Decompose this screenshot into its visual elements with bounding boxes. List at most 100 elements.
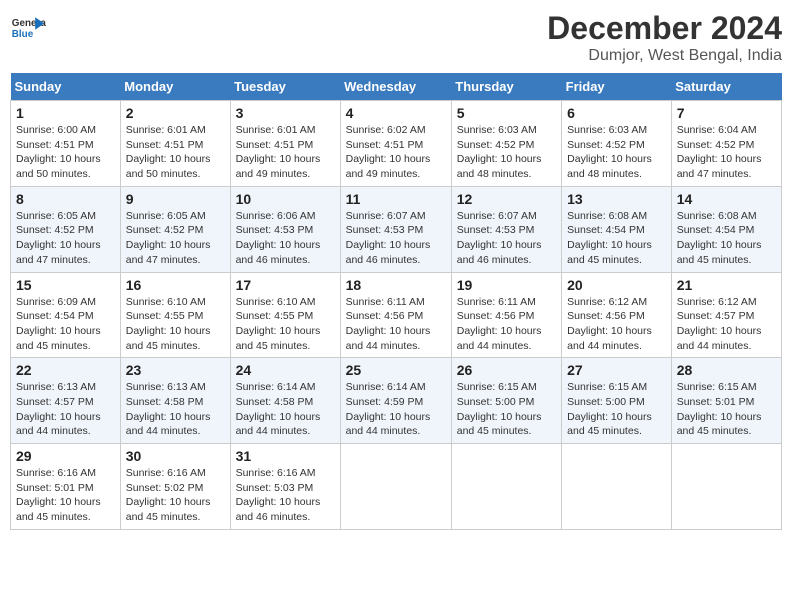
day-info: Sunrise: 6:02 AMSunset: 4:51 PMDaylight:… <box>346 124 431 180</box>
day-info: Sunrise: 6:01 AMSunset: 4:51 PMDaylight:… <box>236 124 321 180</box>
day-number: 12 <box>457 191 556 207</box>
day-info: Sunrise: 6:08 AMSunset: 4:54 PMDaylight:… <box>677 210 762 266</box>
day-info: Sunrise: 6:11 AMSunset: 4:56 PMDaylight:… <box>346 296 431 352</box>
day-number: 7 <box>677 105 776 121</box>
day-number: 14 <box>677 191 776 207</box>
page-subtitle: Dumjor, West Bengal, India <box>547 47 782 65</box>
day-number: 17 <box>236 277 335 293</box>
calendar-cell <box>671 444 781 530</box>
logo: General Blue <box>10 10 46 46</box>
day-info: Sunrise: 6:15 AMSunset: 5:00 PMDaylight:… <box>457 381 542 437</box>
calendar-cell: 8 Sunrise: 6:05 AMSunset: 4:52 PMDayligh… <box>11 186 121 272</box>
day-number: 23 <box>126 362 225 378</box>
calendar-week-row: 8 Sunrise: 6:05 AMSunset: 4:52 PMDayligh… <box>11 186 782 272</box>
day-info: Sunrise: 6:14 AMSunset: 4:59 PMDaylight:… <box>346 381 431 437</box>
svg-text:Blue: Blue <box>12 29 34 40</box>
calendar-cell: 3 Sunrise: 6:01 AMSunset: 4:51 PMDayligh… <box>230 101 340 187</box>
calendar-cell: 10 Sunrise: 6:06 AMSunset: 4:53 PMDaylig… <box>230 186 340 272</box>
day-number: 26 <box>457 362 556 378</box>
calendar-cell: 30 Sunrise: 6:16 AMSunset: 5:02 PMDaylig… <box>120 444 230 530</box>
calendar-cell: 26 Sunrise: 6:15 AMSunset: 5:00 PMDaylig… <box>451 358 561 444</box>
calendar-cell: 20 Sunrise: 6:12 AMSunset: 4:56 PMDaylig… <box>562 272 672 358</box>
page-header: General Blue December 2024 Dumjor, West … <box>10 10 782 65</box>
calendar-cell: 24 Sunrise: 6:14 AMSunset: 4:58 PMDaylig… <box>230 358 340 444</box>
day-info: Sunrise: 6:10 AMSunset: 4:55 PMDaylight:… <box>126 296 211 352</box>
day-number: 20 <box>567 277 666 293</box>
calendar-cell: 21 Sunrise: 6:12 AMSunset: 4:57 PMDaylig… <box>671 272 781 358</box>
day-number: 25 <box>346 362 446 378</box>
calendar-cell: 18 Sunrise: 6:11 AMSunset: 4:56 PMDaylig… <box>340 272 451 358</box>
day-number: 27 <box>567 362 666 378</box>
header-wednesday: Wednesday <box>340 73 451 101</box>
calendar-cell: 1 Sunrise: 6:00 AMSunset: 4:51 PMDayligh… <box>11 101 121 187</box>
calendar-week-row: 22 Sunrise: 6:13 AMSunset: 4:57 PMDaylig… <box>11 358 782 444</box>
day-number: 3 <box>236 105 335 121</box>
day-info: Sunrise: 6:01 AMSunset: 4:51 PMDaylight:… <box>126 124 211 180</box>
calendar-cell: 25 Sunrise: 6:14 AMSunset: 4:59 PMDaylig… <box>340 358 451 444</box>
calendar-week-row: 15 Sunrise: 6:09 AMSunset: 4:54 PMDaylig… <box>11 272 782 358</box>
day-number: 5 <box>457 105 556 121</box>
day-info: Sunrise: 6:13 AMSunset: 4:58 PMDaylight:… <box>126 381 211 437</box>
calendar-header-row: SundayMondayTuesdayWednesdayThursdayFrid… <box>11 73 782 101</box>
calendar-cell: 4 Sunrise: 6:02 AMSunset: 4:51 PMDayligh… <box>340 101 451 187</box>
calendar-cell: 19 Sunrise: 6:11 AMSunset: 4:56 PMDaylig… <box>451 272 561 358</box>
page-title: December 2024 <box>547 10 782 47</box>
calendar-cell: 31 Sunrise: 6:16 AMSunset: 5:03 PMDaylig… <box>230 444 340 530</box>
day-number: 24 <box>236 362 335 378</box>
day-number: 30 <box>126 448 225 464</box>
day-info: Sunrise: 6:09 AMSunset: 4:54 PMDaylight:… <box>16 296 101 352</box>
day-number: 29 <box>16 448 115 464</box>
header-tuesday: Tuesday <box>230 73 340 101</box>
calendar-cell: 14 Sunrise: 6:08 AMSunset: 4:54 PMDaylig… <box>671 186 781 272</box>
day-info: Sunrise: 6:16 AMSunset: 5:02 PMDaylight:… <box>126 467 211 523</box>
calendar-cell: 15 Sunrise: 6:09 AMSunset: 4:54 PMDaylig… <box>11 272 121 358</box>
day-number: 18 <box>346 277 446 293</box>
day-number: 19 <box>457 277 556 293</box>
calendar-cell: 6 Sunrise: 6:03 AMSunset: 4:52 PMDayligh… <box>562 101 672 187</box>
calendar-table: SundayMondayTuesdayWednesdayThursdayFrid… <box>10 73 782 530</box>
day-info: Sunrise: 6:16 AMSunset: 5:03 PMDaylight:… <box>236 467 321 523</box>
header-sunday: Sunday <box>11 73 121 101</box>
day-info: Sunrise: 6:07 AMSunset: 4:53 PMDaylight:… <box>457 210 542 266</box>
calendar-cell <box>340 444 451 530</box>
calendar-cell: 27 Sunrise: 6:15 AMSunset: 5:00 PMDaylig… <box>562 358 672 444</box>
day-info: Sunrise: 6:10 AMSunset: 4:55 PMDaylight:… <box>236 296 321 352</box>
day-info: Sunrise: 6:14 AMSunset: 4:58 PMDaylight:… <box>236 381 321 437</box>
day-number: 1 <box>16 105 115 121</box>
calendar-cell: 22 Sunrise: 6:13 AMSunset: 4:57 PMDaylig… <box>11 358 121 444</box>
calendar-cell: 9 Sunrise: 6:05 AMSunset: 4:52 PMDayligh… <box>120 186 230 272</box>
day-number: 13 <box>567 191 666 207</box>
calendar-cell: 16 Sunrise: 6:10 AMSunset: 4:55 PMDaylig… <box>120 272 230 358</box>
day-number: 4 <box>346 105 446 121</box>
calendar-cell: 5 Sunrise: 6:03 AMSunset: 4:52 PMDayligh… <box>451 101 561 187</box>
day-info: Sunrise: 6:05 AMSunset: 4:52 PMDaylight:… <box>126 210 211 266</box>
day-info: Sunrise: 6:05 AMSunset: 4:52 PMDaylight:… <box>16 210 101 266</box>
logo-icon: General Blue <box>10 10 46 46</box>
header-friday: Friday <box>562 73 672 101</box>
header-monday: Monday <box>120 73 230 101</box>
day-info: Sunrise: 6:03 AMSunset: 4:52 PMDaylight:… <box>457 124 542 180</box>
day-number: 16 <box>126 277 225 293</box>
calendar-cell: 28 Sunrise: 6:15 AMSunset: 5:01 PMDaylig… <box>671 358 781 444</box>
day-info: Sunrise: 6:11 AMSunset: 4:56 PMDaylight:… <box>457 296 542 352</box>
calendar-cell: 23 Sunrise: 6:13 AMSunset: 4:58 PMDaylig… <box>120 358 230 444</box>
day-info: Sunrise: 6:12 AMSunset: 4:57 PMDaylight:… <box>677 296 762 352</box>
day-info: Sunrise: 6:12 AMSunset: 4:56 PMDaylight:… <box>567 296 652 352</box>
calendar-week-row: 29 Sunrise: 6:16 AMSunset: 5:01 PMDaylig… <box>11 444 782 530</box>
header-saturday: Saturday <box>671 73 781 101</box>
calendar-cell: 13 Sunrise: 6:08 AMSunset: 4:54 PMDaylig… <box>562 186 672 272</box>
calendar-cell: 2 Sunrise: 6:01 AMSunset: 4:51 PMDayligh… <box>120 101 230 187</box>
day-info: Sunrise: 6:07 AMSunset: 4:53 PMDaylight:… <box>346 210 431 266</box>
calendar-cell: 17 Sunrise: 6:10 AMSunset: 4:55 PMDaylig… <box>230 272 340 358</box>
day-number: 8 <box>16 191 115 207</box>
title-block: December 2024 Dumjor, West Bengal, India <box>547 10 782 65</box>
day-number: 28 <box>677 362 776 378</box>
day-info: Sunrise: 6:16 AMSunset: 5:01 PMDaylight:… <box>16 467 101 523</box>
day-number: 2 <box>126 105 225 121</box>
day-number: 6 <box>567 105 666 121</box>
day-number: 11 <box>346 191 446 207</box>
day-info: Sunrise: 6:04 AMSunset: 4:52 PMDaylight:… <box>677 124 762 180</box>
calendar-week-row: 1 Sunrise: 6:00 AMSunset: 4:51 PMDayligh… <box>11 101 782 187</box>
day-info: Sunrise: 6:06 AMSunset: 4:53 PMDaylight:… <box>236 210 321 266</box>
calendar-cell: 12 Sunrise: 6:07 AMSunset: 4:53 PMDaylig… <box>451 186 561 272</box>
